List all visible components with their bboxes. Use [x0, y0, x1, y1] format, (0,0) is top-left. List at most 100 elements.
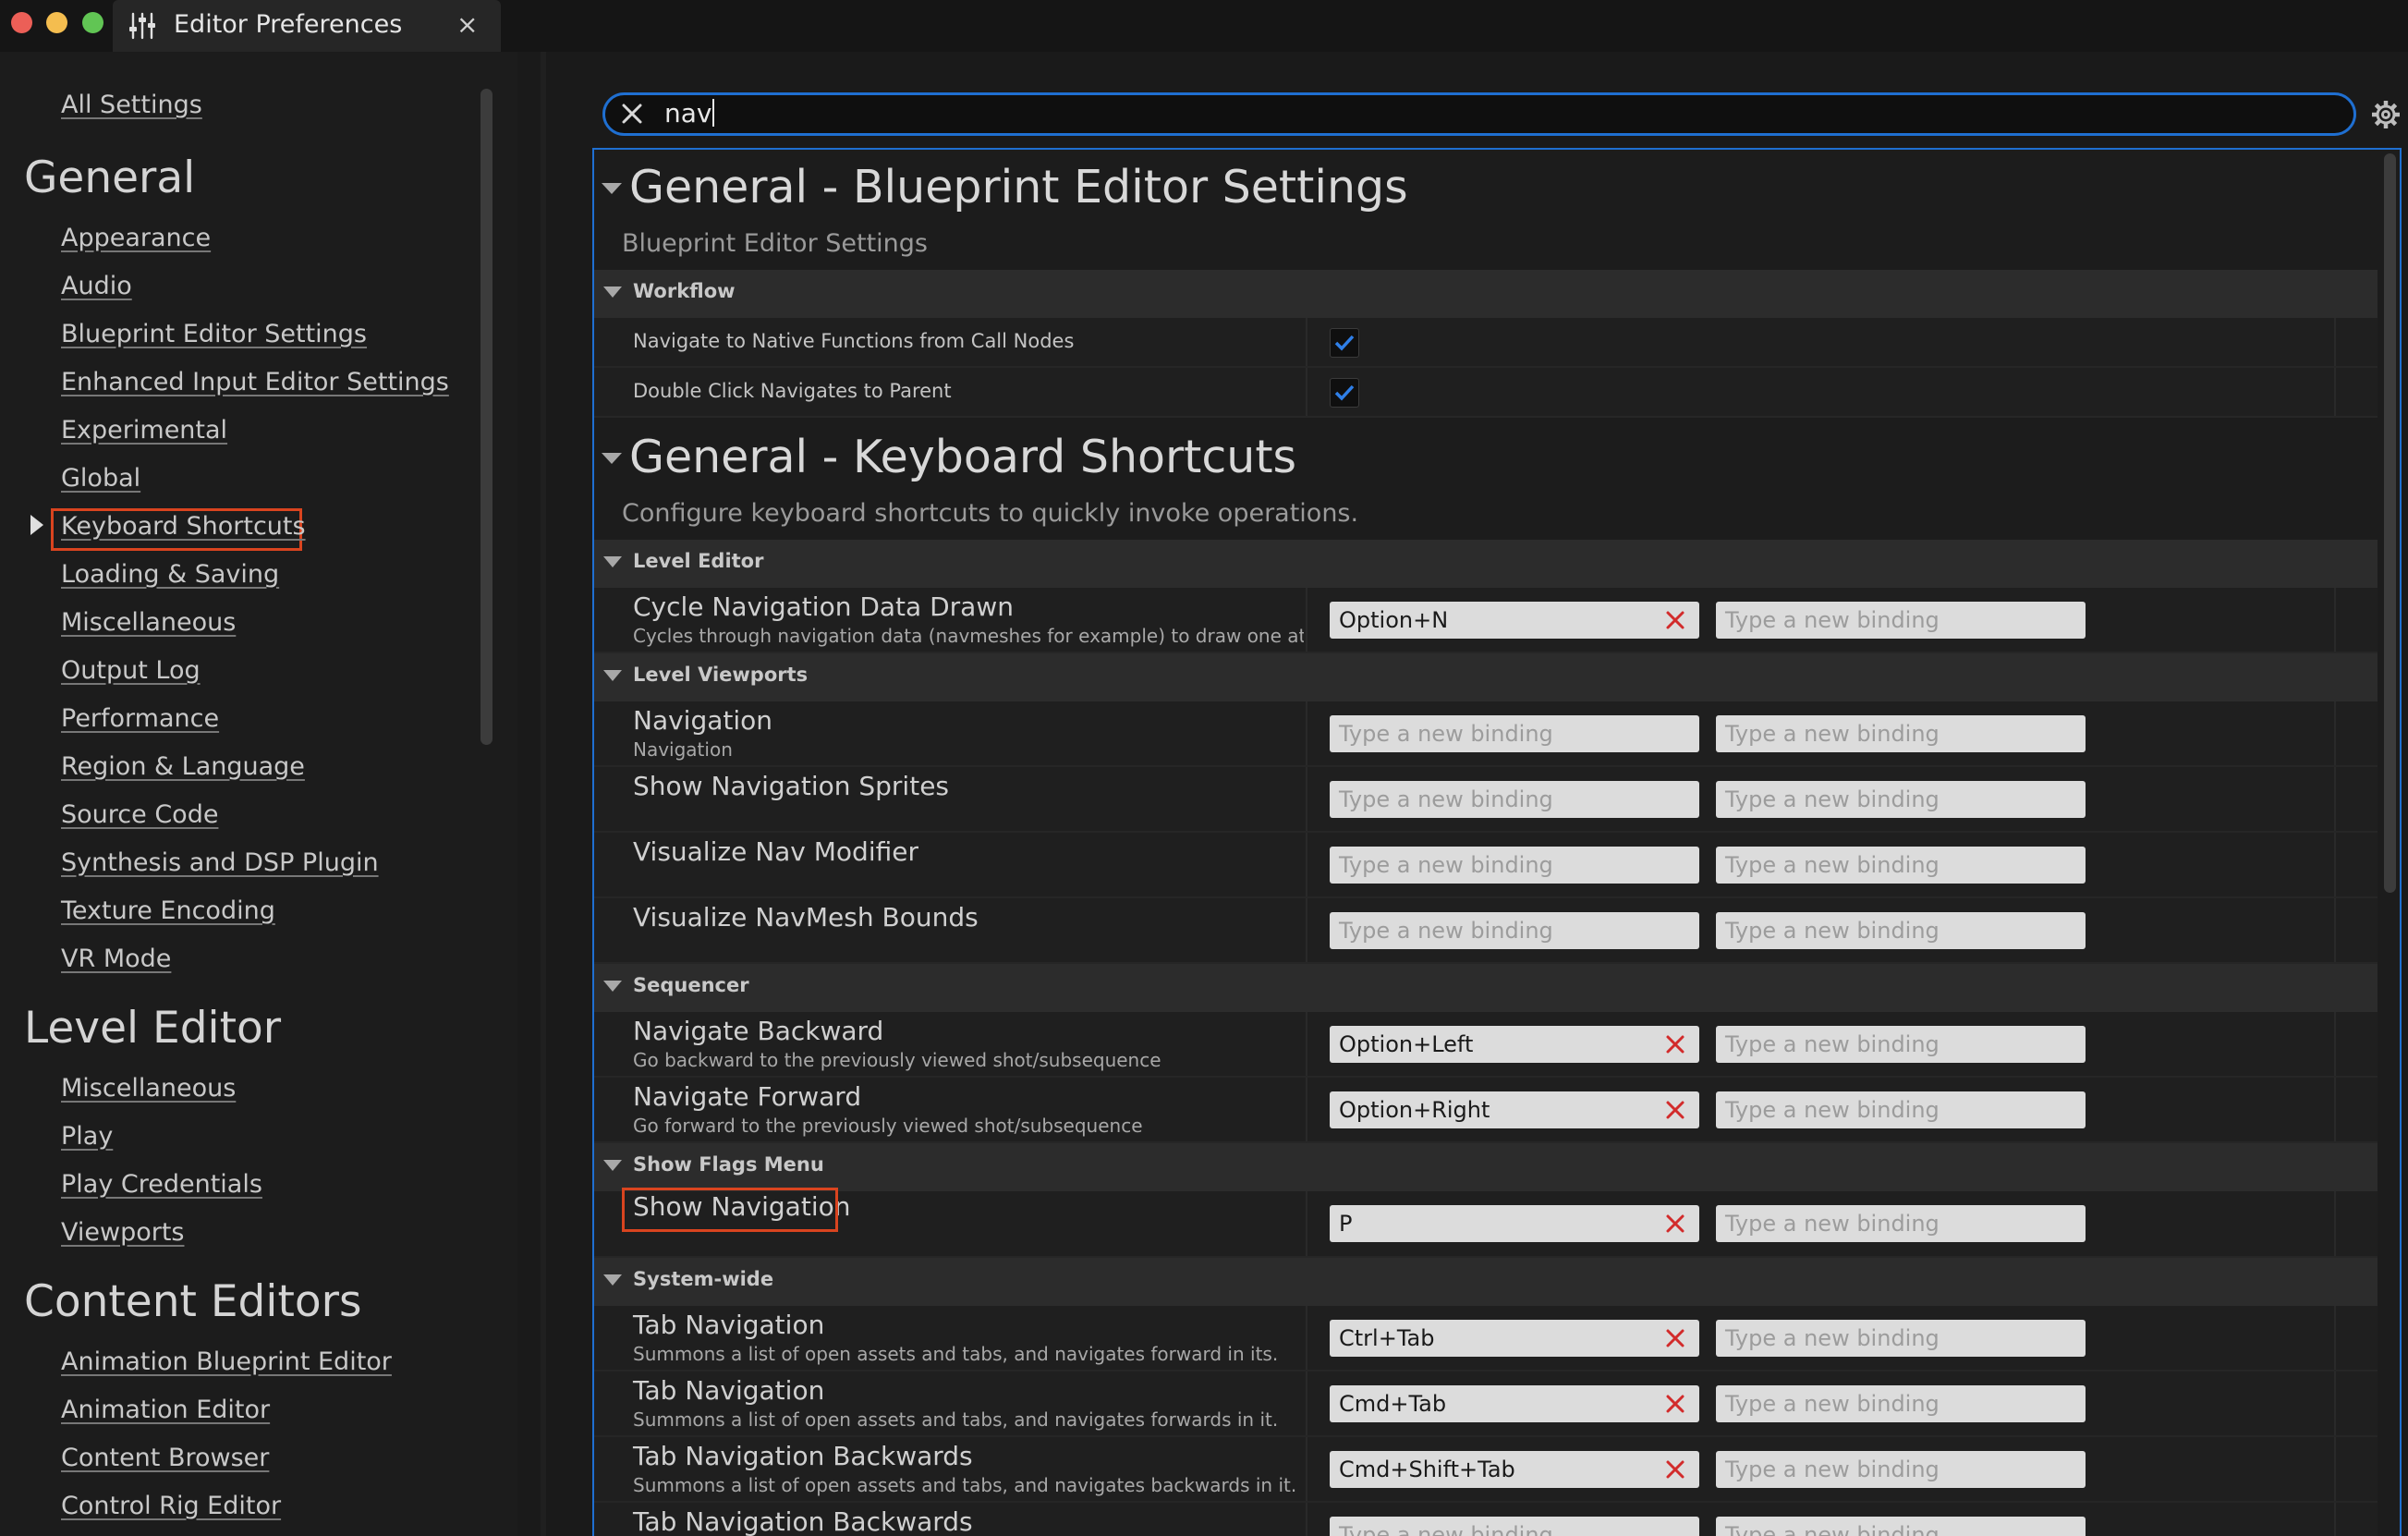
binding-placeholder: Type a new binding [1725, 1391, 1940, 1417]
binding-secondary[interactable]: Type a new binding [1716, 715, 2086, 752]
sidebar-item-source-code[interactable]: Source Code [61, 800, 218, 829]
window-tab[interactable]: Editor Preferences × [113, 0, 501, 52]
section-collapse-icon[interactable] [602, 453, 622, 464]
window-close-button[interactable] [11, 12, 32, 33]
sidebar-item-audio[interactable]: Audio [61, 272, 132, 300]
details-panel: General - Blueprint Editor Settings Blue… [592, 148, 2402, 1536]
sidebar-item-viewports[interactable]: Viewports [61, 1218, 184, 1247]
sidebar-item-appearance[interactable]: Appearance [61, 224, 211, 252]
shortcut-row: Show Navigation Sprites Type a new bindin… [594, 767, 2378, 833]
binding-placeholder: Type a new binding [1725, 1325, 1940, 1351]
shortcut-row: Visualize Nav Modifier Type a new binding… [594, 833, 2378, 898]
tab-close-icon[interactable]: × [456, 9, 478, 40]
binding-primary[interactable]: Ctrl+Tab [1330, 1320, 1699, 1357]
binding-secondary[interactable]: Type a new binding [1716, 912, 2086, 949]
search-input[interactable]: nav [602, 92, 2356, 136]
window-minimize-button[interactable] [46, 12, 67, 33]
binding-secondary[interactable]: Type a new binding [1716, 1517, 2086, 1536]
binding-secondary[interactable]: Type a new binding [1716, 1026, 2086, 1063]
sidebar-item-level-miscellaneous[interactable]: Miscellaneous [61, 1074, 236, 1103]
shortcut-description: Summons a list of open assets and tabs, … [633, 1474, 1297, 1496]
binding-primary[interactable]: Type a new binding [1330, 781, 1699, 818]
sidebar-item-synthesis-dsp-plugin[interactable]: Synthesis and DSP Plugin [61, 848, 379, 877]
sidebar-item-miscellaneous[interactable]: Miscellaneous [61, 608, 236, 637]
sidebar-item-blueprint-editor-settings[interactable]: Blueprint Editor Settings [61, 320, 367, 348]
sidebar-item-play[interactable]: Play [61, 1122, 113, 1151]
gear-icon[interactable] [2370, 99, 2402, 130]
close-icon[interactable] [1664, 1033, 1686, 1055]
shortcut-description: Cycles through navigation data (navmeshe… [633, 625, 1304, 647]
binding-secondary[interactable]: Type a new binding [1716, 1320, 2086, 1357]
checkmark-icon [1334, 384, 1355, 401]
close-icon[interactable] [1664, 1327, 1686, 1349]
sidebar-item-play-credentials[interactable]: Play Credentials [61, 1170, 262, 1199]
binding-primary[interactable]: Type a new binding [1330, 847, 1699, 884]
section-collapse-icon[interactable] [602, 183, 622, 194]
sidebar-item-vr-mode[interactable]: VR Mode [61, 945, 171, 973]
category-header[interactable]: Level Viewports [594, 653, 2378, 701]
shortcut-description: Go forward to the previously viewed shot… [633, 1115, 1143, 1137]
window-zoom-button[interactable] [82, 12, 103, 33]
category-header[interactable]: System-wide [594, 1258, 2378, 1306]
close-icon[interactable] [1664, 1458, 1686, 1481]
binding-secondary[interactable]: Type a new binding [1716, 602, 2086, 639]
binding-primary[interactable]: Option+N [1330, 602, 1699, 639]
category-header[interactable]: Show Flags Menu [594, 1143, 2378, 1191]
binding-primary[interactable]: Type a new binding [1330, 715, 1699, 752]
sidebar-heading-general: General [24, 152, 196, 203]
binding-secondary[interactable]: Type a new binding [1716, 1091, 2086, 1128]
binding-secondary[interactable]: Type a new binding [1716, 1451, 2086, 1488]
binding-placeholder: Type a new binding [1339, 786, 1553, 812]
close-icon[interactable] [618, 100, 646, 128]
shortcut-row: Visualize NavMesh Bounds Type a new bindi… [594, 898, 2378, 964]
binding-primary[interactable]: Cmd+Tab [1330, 1385, 1699, 1422]
sidebar-item-region-language[interactable]: Region & Language [61, 752, 305, 781]
setting-row: Double Click Navigates to Parent [594, 368, 2378, 418]
binding-placeholder: Type a new binding [1339, 721, 1553, 747]
section-title: General - Keyboard Shortcuts [629, 431, 1297, 483]
sidebar-item-global[interactable]: Global [61, 464, 140, 493]
binding-secondary[interactable]: Type a new binding [1716, 847, 2086, 884]
sidebar-item-content-browser[interactable]: Content Browser [61, 1444, 269, 1472]
sidebar-item-animation-editor[interactable]: Animation Editor [61, 1396, 270, 1424]
binding-primary[interactable]: Type a new binding [1330, 912, 1699, 949]
binding-primary[interactable]: Cmd+Shift+Tab [1330, 1451, 1699, 1488]
navigate-native-functions-checkbox[interactable] [1330, 328, 1359, 358]
binding-primary[interactable]: Option+Right [1330, 1091, 1699, 1128]
pane-divider[interactable] [541, 52, 546, 1536]
category-header[interactable]: Level Editor [594, 540, 2378, 588]
binding-primary[interactable]: Type a new binding [1330, 1517, 1699, 1536]
category-header[interactable]: Sequencer [594, 964, 2378, 1012]
details-scrollbar[interactable] [2384, 153, 2396, 893]
binding-primary[interactable]: P [1330, 1205, 1699, 1242]
shortcut-description: Summons a list of open assets and tabs, … [633, 1408, 1279, 1431]
shortcut-row: Tab Navigation Backwards Type a new bindi… [594, 1503, 2378, 1536]
close-icon[interactable] [1664, 1393, 1686, 1415]
category-collapse-icon [603, 286, 622, 298]
sidebar-item-keyboard-shortcuts[interactable]: Keyboard Shortcuts [61, 512, 306, 541]
search-value: nav [664, 98, 712, 128]
category-header[interactable]: Workflow [594, 270, 2378, 318]
double-click-navigates-checkbox[interactable] [1330, 378, 1359, 408]
binding-secondary[interactable]: Type a new binding [1716, 781, 2086, 818]
sidebar-item-animation-blueprint-editor[interactable]: Animation Blueprint Editor [61, 1347, 392, 1376]
sidebar-item-loading-saving[interactable]: Loading & Saving [61, 560, 279, 589]
sidebar-item-output-log[interactable]: Output Log [61, 656, 201, 685]
show-navigation-highlight [622, 1188, 838, 1232]
close-icon[interactable] [1664, 1099, 1686, 1121]
sidebar-item-texture-encoding[interactable]: Texture Encoding [61, 896, 275, 925]
sidebar-item-control-rig-editor[interactable]: Control Rig Editor [61, 1492, 281, 1520]
sidebar-scrollbar[interactable] [480, 89, 493, 745]
binding-primary[interactable]: Option+Left [1330, 1026, 1699, 1063]
sidebar-item-experimental[interactable]: Experimental [61, 416, 227, 445]
sidebar-item-enhanced-input-editor-settings[interactable]: Enhanced Input Editor Settings [61, 368, 449, 396]
sidebar-item-all-settings[interactable]: All Settings [61, 91, 202, 119]
close-icon[interactable] [1664, 1213, 1686, 1235]
close-icon[interactable] [1664, 609, 1686, 631]
binding-secondary[interactable]: Type a new binding [1716, 1205, 2086, 1242]
title-bar: Editor Preferences × [0, 0, 2408, 52]
sidebar-item-performance[interactable]: Performance [61, 704, 219, 733]
binding-secondary[interactable]: Type a new binding [1716, 1385, 2086, 1422]
binding-value: Cmd+Shift+Tab [1339, 1457, 1515, 1482]
shortcut-name: Navigation [633, 705, 773, 736]
